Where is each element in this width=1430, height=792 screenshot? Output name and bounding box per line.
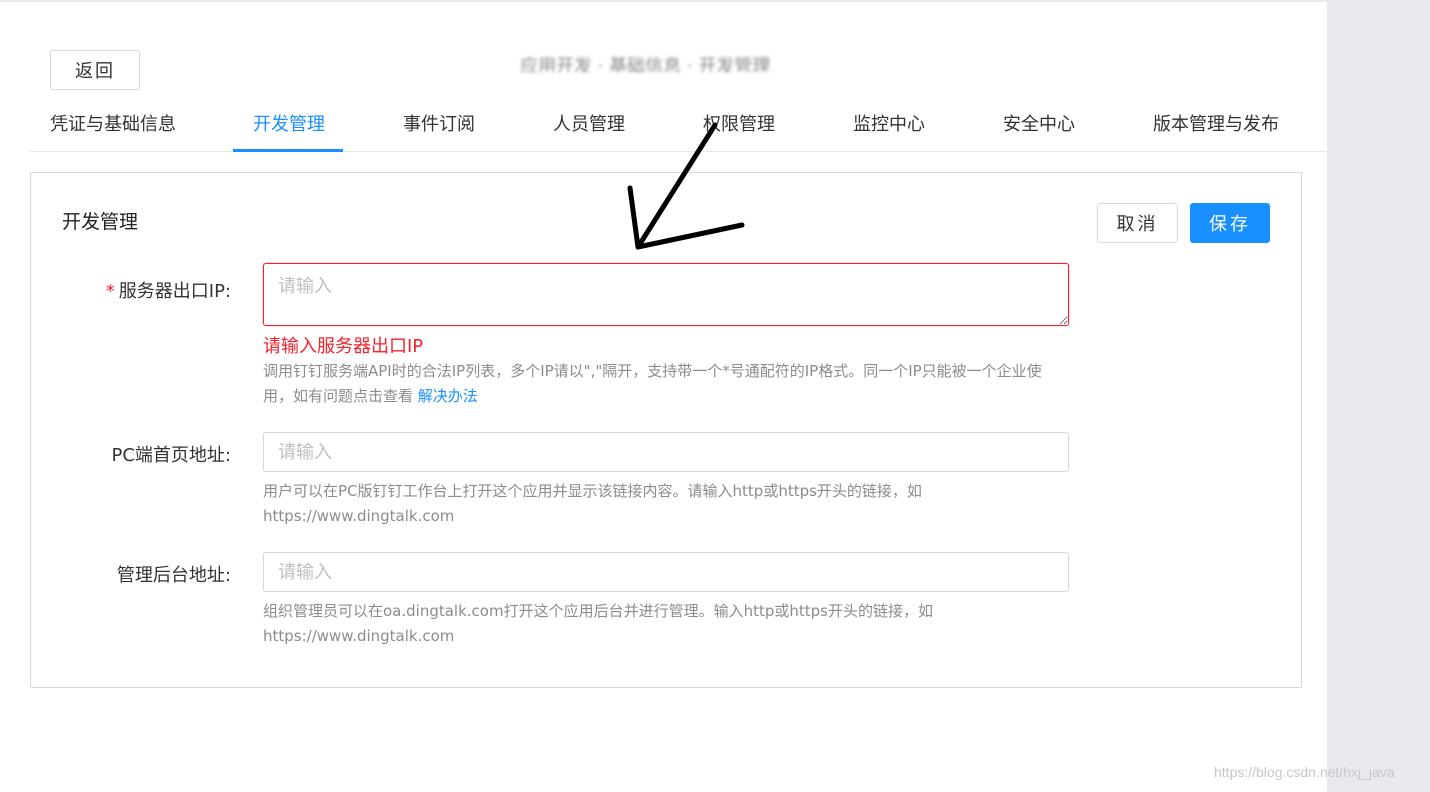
active-tab-indicator [233,149,343,152]
required-mark: * [105,281,115,302]
right-gutter [1327,0,1430,792]
save-button[interactable]: 保存 [1190,203,1270,243]
top-border [0,0,1327,2]
admin-url-label: 管理后台地址: [116,565,231,586]
tab-security[interactable]: 安全中心 [1003,100,1075,152]
server-ip-help-text: 调用钉钉服务端API时的合法IP列表，多个IP请以","隔开，支持带一个*号通配… [263,362,1042,405]
panel-title: 开发管理 [62,211,139,233]
page-title: 应用开发 · 基础信息 · 开发管理 [520,56,771,72]
watermark: https://blog.csdn.net/hxj_java [1214,764,1395,780]
annotation-arrow-icon [627,122,745,250]
back-button[interactable]: 返回 [50,50,140,90]
server-ip-input[interactable] [263,263,1069,326]
admin-url-input[interactable] [263,552,1069,592]
server-ip-help: 调用钉钉服务端API时的合法IP列表，多个IP请以","隔开，支持带一个*号通配… [263,359,1063,409]
cancel-button[interactable]: 取消 [1097,203,1178,243]
server-ip-error: 请输入服务器出口IP [263,336,424,357]
pc-home-help: 用户可以在PC版钉钉工作台上打开这个应用并显示该链接内容。请输入http或htt… [263,482,922,525]
pc-home-input[interactable] [263,432,1069,472]
solution-link[interactable]: 解决办法 [418,387,478,405]
tab-event-subscription[interactable]: 事件订阅 [403,100,475,152]
pc-home-label: PC端首页地址: [111,445,232,466]
server-ip-label: * 服务器出口IP: [31,277,231,303]
tab-development[interactable]: 开发管理 [253,100,325,152]
tab-credentials[interactable]: 凭证与基础信息 [50,100,176,152]
tab-version-release[interactable]: 版本管理与发布 [1153,100,1279,152]
tab-personnel[interactable]: 人员管理 [553,100,625,152]
tab-monitoring[interactable]: 监控中心 [853,100,925,152]
server-ip-label-text: 服务器出口IP: [118,281,231,302]
admin-url-help: 组织管理员可以在oa.dingtalk.com打开这个应用后台并进行管理。输入h… [263,602,933,645]
